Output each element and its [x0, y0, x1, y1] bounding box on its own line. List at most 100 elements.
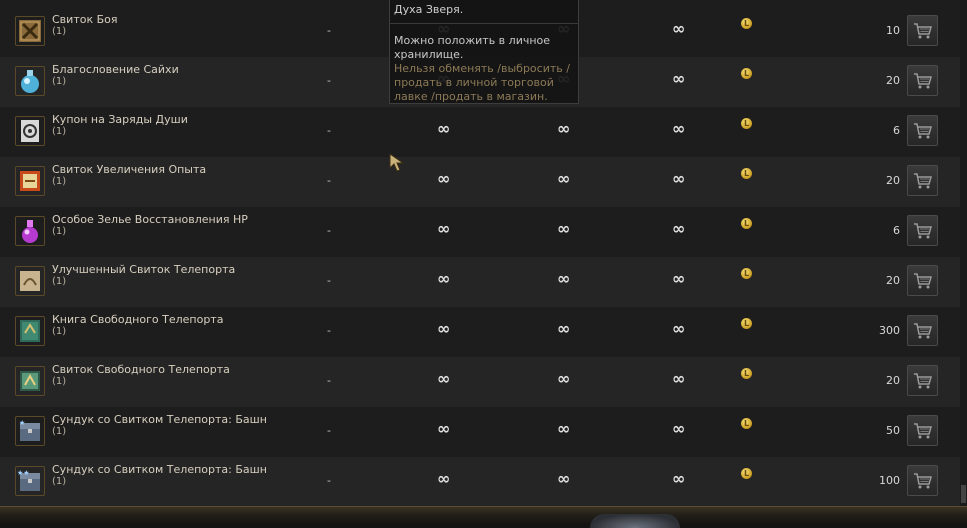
coin-icon: L [741, 418, 752, 429]
item-server-limit-value: ∞ [672, 319, 686, 338]
buy-button[interactable] [907, 415, 938, 446]
item-account-limit-value: ∞ [557, 219, 571, 238]
item-account-limit-value: ∞ [557, 319, 571, 338]
item-limit-value: - [327, 24, 331, 37]
cart-icon [913, 173, 932, 189]
item-server-limit-value: ∞ [672, 219, 686, 238]
tooltip-storage-note: Можно положить в личное хранилище. [394, 34, 551, 61]
item-name: Особое Зелье Восстановления HP [52, 213, 248, 226]
item-account-limit-value: ∞ [557, 469, 571, 488]
coin-icon: L [741, 168, 752, 179]
item-server-limit-value: ∞ [672, 169, 686, 188]
coin-icon: L [741, 468, 752, 479]
buy-button[interactable] [907, 265, 938, 296]
item-stock-value: ∞ [437, 169, 451, 188]
buy-button[interactable] [907, 365, 938, 396]
coin-icon: L [741, 218, 752, 229]
list-item[interactable]: Свиток Свободного Телепорта (1) - ∞ ∞ ∞ … [0, 357, 967, 407]
cart-icon [913, 473, 932, 489]
item-stock-value: ∞ [437, 369, 451, 388]
cart-icon [913, 23, 932, 39]
item-account-limit-value: ∞ [557, 169, 571, 188]
item-name: Сундук со Свитком Телепорта: Башня Де [52, 413, 266, 426]
item-server-limit-value: ∞ [672, 119, 686, 138]
item-count: (1) [52, 426, 67, 437]
coupon-spiral-icon[interactable] [15, 116, 45, 146]
frame-ornament-icon [590, 514, 680, 528]
buy-button[interactable] [907, 165, 938, 196]
cart-icon [913, 423, 932, 439]
item-name: Купон на Заряды Души [52, 113, 188, 126]
cart-icon [913, 323, 932, 339]
item-price: 20 [886, 274, 900, 287]
buy-button[interactable] [907, 215, 938, 246]
list-item[interactable]: ★ Сундук со Свитком Телепорта: Башня Де … [0, 407, 967, 457]
item-count: (1) [52, 476, 67, 487]
item-price: 10 [886, 24, 900, 37]
item-name: Сундук со Свитком Телепорта: Башня Де [52, 463, 266, 476]
item-stock-value: ∞ [437, 319, 451, 338]
scrollbar[interactable] [960, 0, 967, 506]
item-server-limit-value: ∞ [672, 469, 686, 488]
chest-two-star-icon[interactable]: ★★ [15, 466, 45, 496]
item-name: Улучшенный Свиток Телепорта [52, 263, 236, 276]
item-price: 20 [886, 174, 900, 187]
item-account-limit-value: ∞ [557, 369, 571, 388]
item-price: 20 [886, 74, 900, 87]
item-stock-value: ∞ [437, 419, 451, 438]
item-count: (1) [52, 26, 67, 37]
item-name: Благословение Сайхи [52, 63, 179, 76]
buy-button[interactable] [907, 115, 938, 146]
item-stock-value: ∞ [437, 219, 451, 238]
item-count: (1) [52, 126, 67, 137]
item-count: (1) [52, 276, 67, 287]
teleport-book-icon[interactable] [15, 316, 45, 346]
scrollbar-thumb[interactable] [961, 485, 966, 503]
item-count: (1) [52, 176, 67, 187]
blue-potion-icon[interactable] [15, 66, 45, 96]
item-price: 100 [879, 474, 900, 487]
item-limit-value: - [327, 324, 331, 337]
item-name: Свиток Свободного Телепорта [52, 363, 230, 376]
purple-potion-icon[interactable] [15, 216, 45, 246]
item-server-limit-value: ∞ [672, 269, 686, 288]
buy-button[interactable] [907, 65, 938, 96]
list-item[interactable]: Особое Зелье Восстановления HP (1) - ∞ ∞… [0, 207, 967, 257]
buy-button[interactable] [907, 315, 938, 346]
list-item[interactable]: Свиток Увеличения Опыта (1) - ∞ ∞ ∞ L 20 [0, 157, 967, 207]
tooltip-divider [390, 23, 578, 24]
window-bottom-frame [0, 506, 967, 526]
list-item[interactable]: Книга Свободного Телепорта (1) - ∞ ∞ ∞ L… [0, 307, 967, 357]
item-count: (1) [52, 376, 67, 387]
buy-button[interactable] [907, 465, 938, 496]
item-tooltip: Духа Зверя. Можно положить в личное хран… [389, 0, 579, 104]
item-name: Свиток Увеличения Опыта [52, 163, 207, 176]
coin-icon: L [741, 318, 752, 329]
item-price: 50 [886, 424, 900, 437]
item-account-limit-value: ∞ [557, 119, 571, 138]
buy-button[interactable] [907, 15, 938, 46]
exp-scroll-icon[interactable] [15, 166, 45, 196]
item-count: (1) [52, 326, 67, 337]
tooltip-trade-restriction: Нельзя обменять /выбросить /продать в ли… [394, 62, 570, 103]
list-item[interactable]: ★★ Сундук со Свитком Телепорта: Башня Де… [0, 457, 967, 507]
coin-icon: L [741, 118, 752, 129]
item-limit-value: - [327, 424, 331, 437]
chest-one-star-icon[interactable]: ★ [15, 416, 45, 446]
cart-icon [913, 373, 932, 389]
item-name: Свиток Боя [52, 13, 118, 26]
item-server-limit-value: ∞ [672, 369, 686, 388]
item-price: 6 [893, 224, 900, 237]
item-price: 300 [879, 324, 900, 337]
list-item[interactable]: Улучшенный Свиток Телепорта (1) - ∞ ∞ ∞ … [0, 257, 967, 307]
item-stock-value: ∞ [437, 269, 451, 288]
item-count: (1) [52, 76, 67, 87]
coin-icon: L [741, 368, 752, 379]
coin-icon: L [741, 18, 752, 29]
free-teleport-scroll-icon[interactable] [15, 366, 45, 396]
scroll-battle-icon[interactable] [15, 16, 45, 46]
tooltip-title: Духа Зверя. [394, 3, 464, 16]
teleport-scroll-icon[interactable] [15, 266, 45, 296]
svg-text:★★: ★★ [17, 469, 30, 477]
list-item[interactable]: Купон на Заряды Души (1) - ∞ ∞ ∞ L 6 [0, 107, 967, 157]
